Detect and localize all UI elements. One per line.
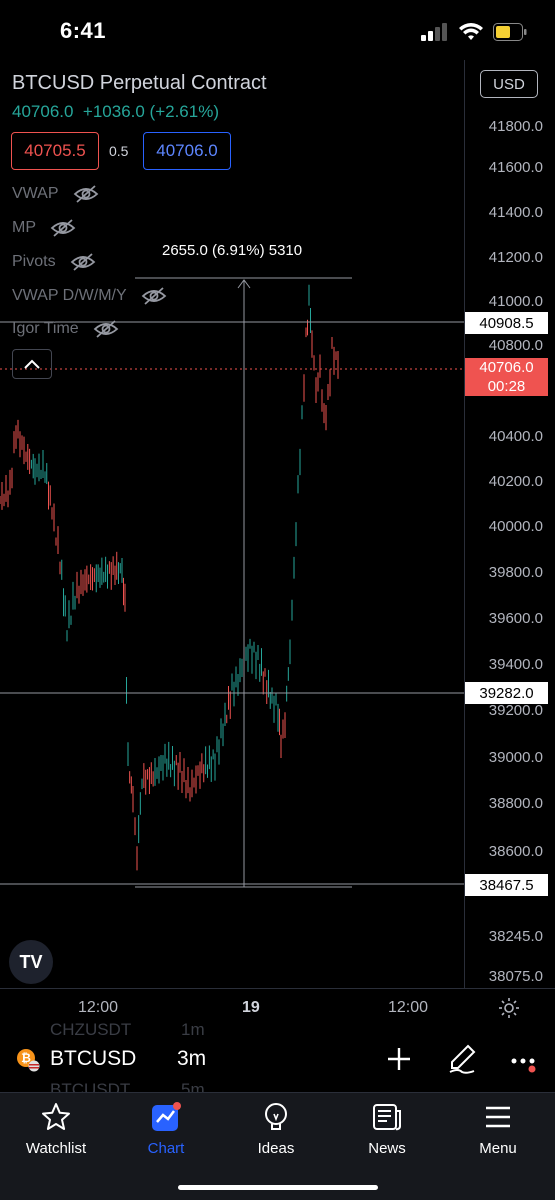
bitcoin-icon: ₿ [17, 1049, 40, 1072]
tradingview-logo[interactable]: TV [9, 940, 53, 984]
price-tick: 40000.0 [488, 518, 543, 535]
price-tick: 38600.0 [488, 843, 543, 860]
timeframe-selector[interactable]: 3m [177, 1047, 206, 1071]
ghost-timeframe: 1m [181, 1020, 205, 1039]
collapse-indicators-button[interactable] [12, 349, 52, 379]
ghost-symbol: CHZUSDT [50, 1020, 132, 1039]
wifi-icon [459, 23, 483, 40]
price-tick: 39600.0 [488, 610, 543, 627]
status-icons [421, 20, 527, 44]
hamburger-icon [486, 1106, 510, 1128]
price-tick: 40800.0 [488, 337, 543, 354]
measure-label: 2655.0 (6.91%) 5310 [162, 242, 303, 259]
price-tick: 38800.0 [488, 795, 543, 812]
nav-label: Chart [147, 1140, 185, 1157]
chart-icon [152, 1102, 181, 1131]
price-tick: 41400.0 [488, 204, 543, 221]
price-tick: 39000.0 [488, 749, 543, 766]
hidden-eye-icon[interactable] [73, 184, 99, 204]
nav-label: Ideas [257, 1140, 295, 1157]
current-price-label: 40706.0 00:28 [465, 358, 548, 396]
chart-settings-icon[interactable] [498, 997, 520, 1019]
price-label-high: 40908.5 [465, 312, 548, 334]
more-dots-icon[interactable] [510, 1053, 538, 1075]
price-label-low: 38467.5 [465, 874, 548, 896]
bar-countdown: 00:28 [487, 378, 526, 395]
newspaper-icon [373, 1104, 401, 1131]
hidden-eye-icon[interactable] [141, 286, 167, 306]
time-label: 12:00 [78, 999, 119, 1016]
battery-icon [493, 23, 527, 41]
status-time: 6:41 [60, 18, 107, 43]
price-tick: 41200.0 [488, 249, 543, 266]
nav-menu[interactable]: Menu [443, 1100, 553, 1157]
price-tick: 39800.0 [488, 564, 543, 581]
price-tick: 41600.0 [488, 159, 543, 176]
price-tick: 38075.0 [488, 968, 543, 985]
chevron-up-icon [24, 359, 40, 369]
price-tick: 40400.0 [488, 428, 543, 445]
drawing-pen-icon[interactable] [448, 1044, 476, 1074]
indicator-mp[interactable]: MP [12, 218, 76, 238]
indicator-vwap[interactable]: VWAP [12, 184, 99, 204]
nav-news[interactable]: News [332, 1100, 442, 1157]
price-tick: 38245.0 [488, 928, 543, 945]
time-label: 19 [242, 999, 260, 1016]
nav-label: News [368, 1140, 406, 1157]
hidden-eye-icon[interactable] [50, 218, 76, 238]
current-price: 40706.0 [479, 359, 534, 376]
star-icon [42, 1103, 70, 1130]
hidden-eye-icon[interactable] [93, 319, 119, 339]
measure-tool [135, 277, 352, 888]
price-tick: 41000.0 [488, 293, 543, 310]
price-axis-divider [464, 60, 465, 988]
price-tick: 40200.0 [488, 473, 543, 490]
price-tick: 39400.0 [488, 656, 543, 673]
currency-button[interactable]: USD [480, 70, 538, 98]
price-label-mid: 39282.0 [465, 682, 548, 704]
signal-icon [421, 23, 447, 41]
price-tick: 39200.0 [488, 702, 543, 719]
indicator-igor-time[interactable]: Igor Time [12, 319, 119, 339]
nav-label: Menu [479, 1140, 517, 1157]
time-label: 12:00 [388, 999, 429, 1016]
indicator-pivots[interactable]: Pivots [12, 252, 96, 272]
hidden-eye-icon[interactable] [70, 252, 96, 272]
nav-watchlist[interactable]: Watchlist [1, 1100, 111, 1157]
symbol-selector[interactable]: BTCUSD [50, 1047, 136, 1071]
indicator-vwap-dwmy[interactable]: VWAP D/W/M/Y [12, 286, 167, 306]
nav-ideas[interactable]: Ideas [221, 1100, 331, 1157]
time-axis-divider [0, 988, 555, 989]
nav-label: Watchlist [25, 1140, 87, 1157]
price-tick: 41800.0 [488, 118, 543, 135]
home-indicator [178, 1185, 378, 1190]
add-icon[interactable] [387, 1047, 411, 1071]
lightbulb-icon [265, 1103, 287, 1130]
nav-chart[interactable]: Chart [111, 1100, 221, 1157]
